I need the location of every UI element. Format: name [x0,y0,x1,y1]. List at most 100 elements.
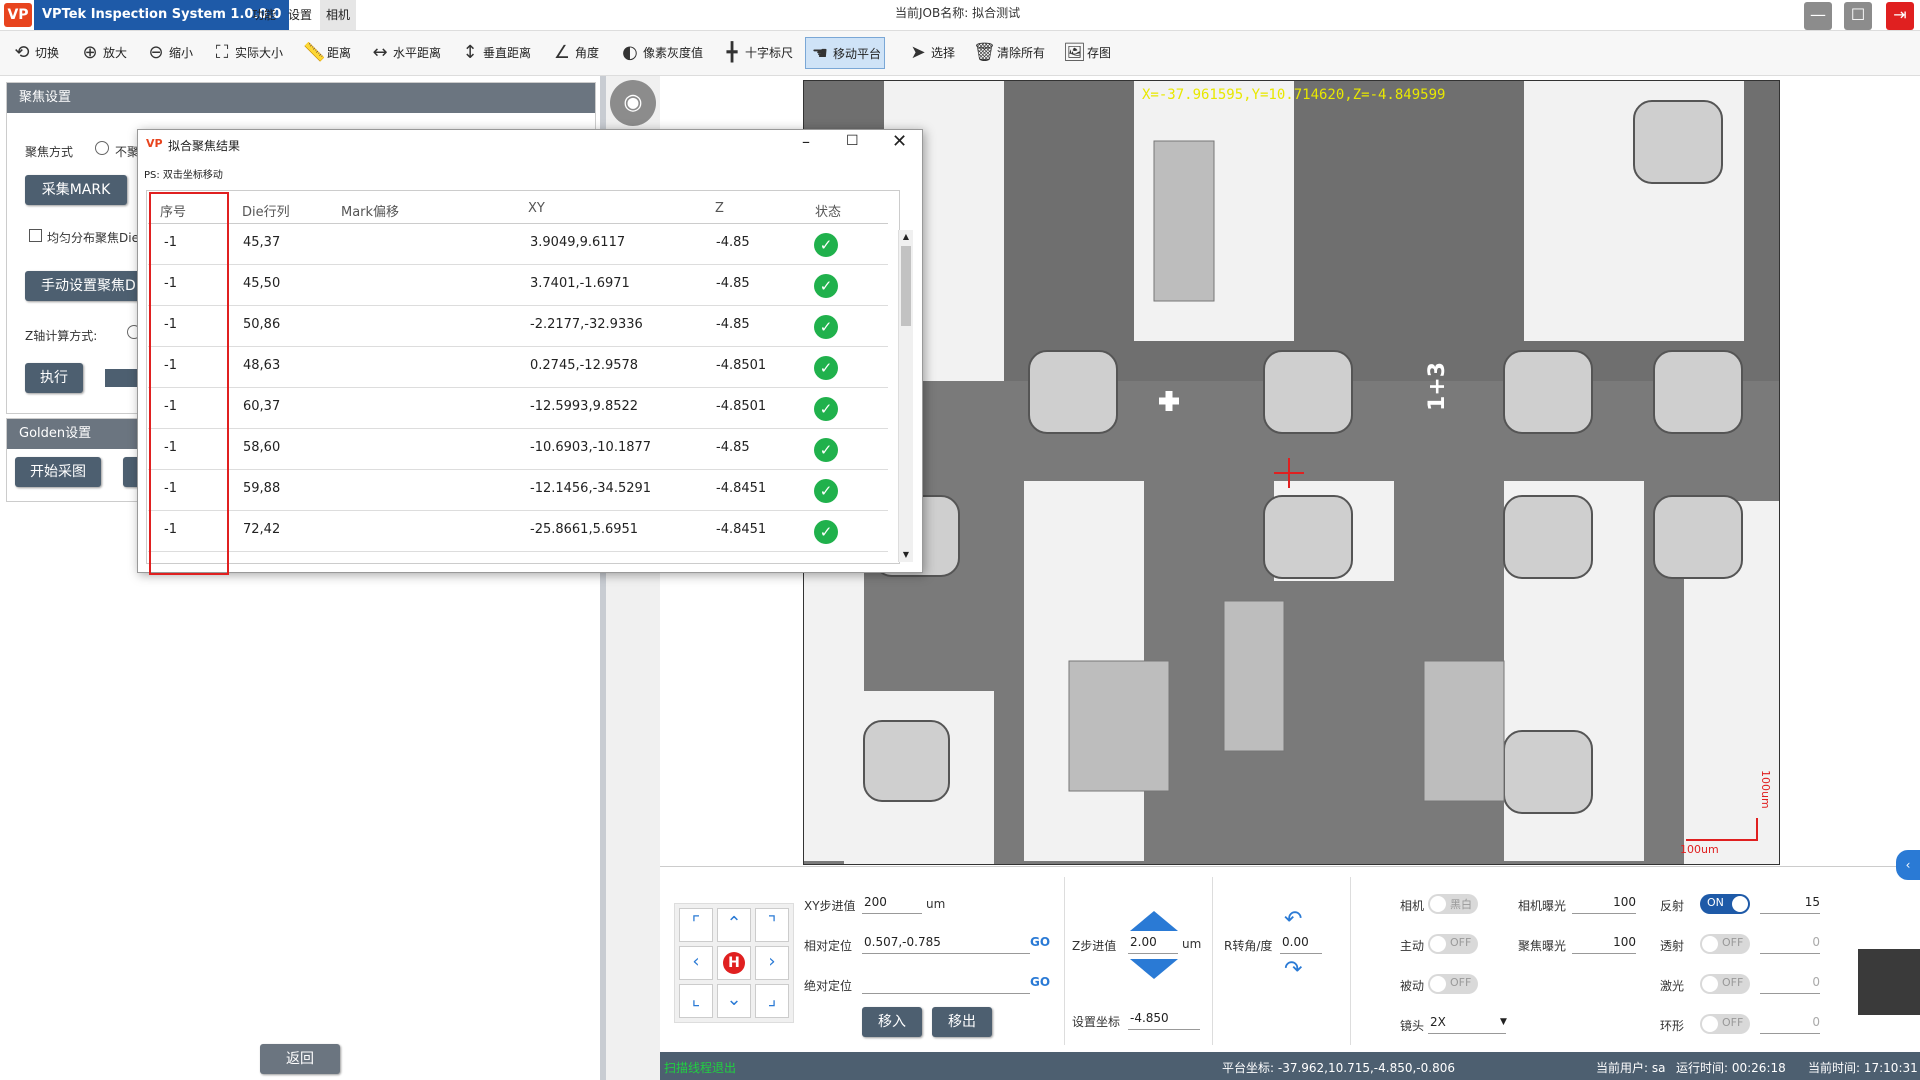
reflect-toggle[interactable]: ON [1700,894,1750,914]
table-row[interactable]: -1 60,37 -12.5993,9.8522 -4.8501 ✓ [148,388,888,429]
cam-exposure-input[interactable]: 100 [1572,895,1636,914]
camera-mode-toggle[interactable]: 黑白 [1428,894,1478,914]
home-button[interactable]: H [717,946,751,980]
scroll-up-icon[interactable]: ▲ [899,230,913,244]
tool-pixel-gray[interactable]: ◐ 像素灰度值 [616,37,706,67]
move-in-button[interactable]: 移入 [862,1007,922,1037]
status-user: 当前用户: sa [1596,1061,1666,1075]
table-row[interactable]: -1 45,50 3.7401,-1.6971 -4.85 ✓ [148,265,888,306]
jog-down-right-button[interactable]: ⌟ [755,984,789,1018]
exit-button[interactable]: ⇥ [1886,2,1914,30]
wafer-image: 1+3 [804,81,1779,864]
table-row[interactable]: -1 72,42 -25.8661,5.6951 -4.8451 ✓ [148,511,888,552]
tool-save-image[interactable]: 🖼 存图 [1060,37,1114,67]
collect-mark-button[interactable]: 采集MARK [25,175,127,205]
zoom-in-icon: ⊕ [82,41,98,63]
side-expand-button[interactable]: ‹ [1896,850,1920,880]
tool-select[interactable]: ➤ 选择 [904,37,958,67]
laser-input[interactable]: 0 [1760,975,1820,994]
minimize-button[interactable]: — [1804,2,1832,30]
transmit-input[interactable]: 0 [1760,935,1820,954]
focus-exposure-input[interactable]: 100 [1572,935,1636,954]
transmit-toggle[interactable]: OFF [1700,934,1750,954]
tool-clear-all[interactable]: 🗑 清除所有 [970,37,1048,67]
camera-icon[interactable]: ◉ [610,80,656,126]
xy-step-input[interactable]: 200 [862,895,922,914]
set-coord-input[interactable]: -4.850 [1128,1011,1200,1030]
jog-left-button[interactable]: ‹ [679,946,713,980]
tool-distance[interactable]: 📏 距离 [300,37,354,67]
rel-go-button[interactable]: GO [1030,935,1050,949]
tool-label: 存图 [1087,45,1112,60]
menu-camera[interactable]: 相机 [320,0,357,30]
menu-settings[interactable]: 设置 [282,0,318,30]
tool-label: 缩小 [169,45,194,60]
jog-down-left-button[interactable]: ⌞ [679,984,713,1018]
rel-pos-input[interactable]: 0.507,-0.785 [862,935,1030,954]
z-step-input[interactable]: 2.00 [1128,935,1178,954]
maximize-button[interactable]: ☐ [1844,2,1872,30]
passive-toggle[interactable]: OFF [1428,974,1478,994]
lens-select[interactable]: 2X [1428,1015,1506,1034]
z-down-button[interactable] [1130,959,1178,979]
arrow-down-right-icon: ⌟ [767,989,777,1010]
angle-icon: ∠ [553,41,571,63]
start-capture-button[interactable]: 开始采图 [15,457,101,487]
tool-angle[interactable]: ∠ 角度 [548,37,602,67]
camera-image-view[interactable]: 1+3 [803,80,1780,865]
dialog-maximize-button[interactable]: ☐ [846,133,859,149]
table-row[interactable]: -1 48,63 0.2745,-12.9578 -4.8501 ✓ [148,347,888,388]
laser-toggle[interactable]: OFF [1700,974,1750,994]
jog-up-button[interactable]: ⌃ [717,908,751,942]
dialog-close-button[interactable]: ✕ [892,131,907,152]
z-up-button[interactable] [1130,911,1178,931]
tool-zoom-in[interactable]: ⊕ 放大 [76,37,130,67]
focus-mode-radio[interactable] [95,141,109,155]
rotate-ccw-icon[interactable]: ↶ [1284,907,1302,932]
divider [1350,877,1351,1045]
active-toggle[interactable]: OFF [1428,934,1478,954]
jog-up-right-button[interactable]: ⌝ [755,908,789,942]
jog-down-button[interactable]: ⌄ [717,984,751,1018]
tool-switch[interactable]: ⟲ 切换 [8,37,62,67]
move-out-button[interactable]: 移出 [932,1007,992,1037]
uniform-checkbox[interactable] [29,229,42,242]
abs-go-button[interactable]: GO [1030,975,1050,989]
tool-horizontal-distance[interactable]: ↔ 水平距离 [366,37,444,67]
tool-vertical-distance[interactable]: ↕ 垂直距离 [456,37,534,67]
camera-label: 相机 [1400,899,1425,913]
chevron-down-icon: ⌄ [726,989,742,1010]
tool-move-platform[interactable]: ☚ 移动平台 [805,37,886,69]
vertical-distance-icon: ↕ [462,41,478,63]
chevron-down-icon[interactable]: ▼ [1500,1017,1507,1027]
active-label: 主动 [1400,939,1425,953]
arrow-down-left-icon: ⌞ [691,989,701,1010]
jog-up-left-button[interactable]: ⌜ [679,908,713,942]
rotate-cw-icon[interactable]: ↷ [1284,957,1302,982]
tool-label: 十字标尺 [745,45,794,60]
dialog-minimize-button[interactable]: – [802,132,810,151]
table-scrollbar[interactable]: ▲ ▼ [898,230,913,562]
execute-button[interactable]: 执行 [25,363,83,393]
jog-right-button[interactable]: › [755,946,789,980]
back-button[interactable]: 返回 [260,1044,340,1074]
table-row[interactable]: -1 58,60 -10.6903,-10.1877 -4.85 ✓ [148,429,888,470]
menu-function[interactable]: 功能 [246,0,282,30]
r-angle-input[interactable]: 0.00 [1280,935,1322,954]
abs-pos-input[interactable] [862,975,1030,994]
ring-input[interactable]: 0 [1760,1015,1820,1034]
tool-actual-size[interactable]: ⛶ 实际大小 [208,37,286,67]
tool-zoom-out[interactable]: ⊖ 缩小 [142,37,196,67]
switch-icon: ⟲ [14,41,30,63]
svg-text:1+3: 1+3 [1425,362,1450,411]
overlay-widget[interactable] [1858,949,1920,1015]
tool-crosshair[interactable]: ╋ 十字标尺 [718,37,796,67]
reflect-input[interactable]: 15 [1760,895,1820,914]
scroll-thumb[interactable] [901,246,911,326]
focus-mode-label: 聚焦方式 [25,145,74,159]
scroll-down-icon[interactable]: ▼ [899,548,913,562]
table-row[interactable]: -1 45,37 3.9049,9.6117 -4.85 ✓ [148,224,888,265]
table-row[interactable]: -1 59,88 -12.1456,-34.5291 -4.8451 ✓ [148,470,888,511]
ring-toggle[interactable]: OFF [1700,1014,1750,1034]
table-row[interactable]: -1 50,86 -2.2177,-32.9336 -4.85 ✓ [148,306,888,347]
